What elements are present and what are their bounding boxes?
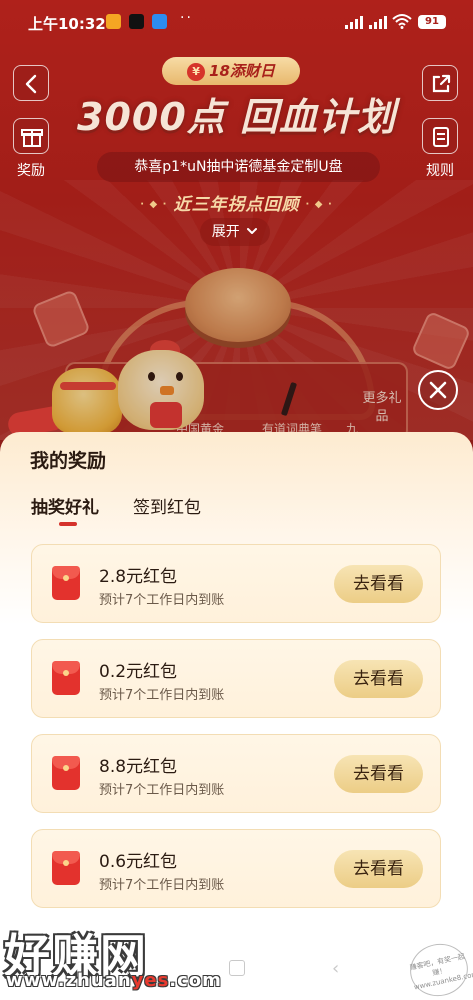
battery-icon: 91 [418, 15, 446, 29]
message-app-icon [152, 14, 167, 29]
expand-label: 展开 [211, 224, 240, 240]
reward-label[interactable]: 奖励 [6, 160, 56, 180]
view-reward-button[interactable]: 去看看 [334, 850, 423, 888]
reward-card: 0.6元红包 预计7个工作日内到账 去看看 [31, 829, 441, 908]
reward-note: 预计7个工作日内到账 [99, 688, 225, 703]
view-reward-button[interactable]: 去看看 [334, 565, 423, 603]
tiktok-icon [129, 14, 144, 29]
reward-amount: 8.8元红包 [99, 757, 178, 777]
page-title: 3000点 回血计划 [77, 95, 396, 139]
signal-icon [345, 16, 363, 29]
back-nav-icon[interactable]: ‹ [332, 958, 339, 979]
red-envelope-icon [52, 566, 80, 600]
status-bar: 上午10:32 ·· 91 [0, 0, 473, 44]
watermark-url: www.zhuanyes.com [6, 970, 222, 991]
chevron-left-icon [25, 74, 37, 94]
close-icon [429, 381, 447, 399]
chevron-down-icon [247, 228, 258, 234]
review-heading: 近三年拐点回顾 [130, 190, 343, 215]
notes-app-icon [106, 14, 121, 29]
view-reward-button[interactable]: 去看看 [334, 660, 423, 698]
reward-amount: 0.2元红包 [99, 662, 178, 682]
rules-label[interactable]: 规则 [415, 160, 465, 180]
reward-button[interactable] [13, 118, 49, 154]
reward-card: 2.8元红包 预计7个工作日内到账 去看看 [31, 544, 441, 623]
status-time: 上午10:32 [28, 15, 106, 33]
back-button[interactable] [13, 65, 49, 101]
rules-button[interactable] [422, 118, 458, 154]
watermark-url-highlight: yes [131, 970, 170, 991]
close-button[interactable] [418, 370, 458, 410]
signal-icon [369, 16, 387, 29]
share-button[interactable] [422, 65, 458, 101]
red-envelope-icon [52, 661, 80, 695]
winner-banner: 恭喜p1*uN抽中诺德基金定制U盘 [97, 152, 380, 182]
yen-icon: ¥ [187, 63, 206, 81]
gift-icon [21, 129, 43, 147]
document-icon [433, 127, 449, 147]
event-pill-text: 18添财日 [209, 62, 275, 80]
reward-note: 预计7个工作日内到账 [99, 783, 225, 798]
expand-button[interactable]: 展开 [200, 218, 270, 246]
view-reward-button[interactable]: 去看看 [334, 755, 423, 793]
tab-checkin-envelopes[interactable]: 签到红包 [133, 493, 201, 518]
reward-amount: 0.6元红包 [99, 852, 178, 872]
reward-note: 预计7个工作日内到账 [99, 593, 225, 608]
tab-lottery-gifts[interactable]: 抽奖好礼 [31, 493, 99, 518]
home-nav-icon[interactable] [229, 960, 245, 976]
red-envelope-icon [52, 851, 80, 885]
share-icon [432, 74, 451, 93]
red-envelope-icon [52, 756, 80, 790]
event-pill: ¥18添财日 [162, 57, 300, 85]
more-notifications-icon: ·· [180, 10, 193, 26]
reward-card: 0.2元红包 预计7个工作日内到账 去看看 [31, 639, 441, 718]
active-tab-indicator [59, 522, 77, 526]
reward-card: 8.8元红包 预计7个工作日内到账 去看看 [31, 734, 441, 813]
wifi-icon [392, 14, 412, 29]
watermark-url-prefix: www.zhuan [6, 970, 132, 991]
sheet-title: 我的奖励 [30, 450, 107, 472]
watermark-url-suffix: .com [169, 970, 222, 991]
reward-note: 预计7个工作日内到账 [99, 878, 225, 893]
my-rewards-sheet: 我的奖励 抽奖好礼 签到红包 2.8元红包 预计7个工作日内到账 去看看 0.2… [0, 432, 473, 1000]
reward-amount: 2.8元红包 [99, 567, 178, 587]
